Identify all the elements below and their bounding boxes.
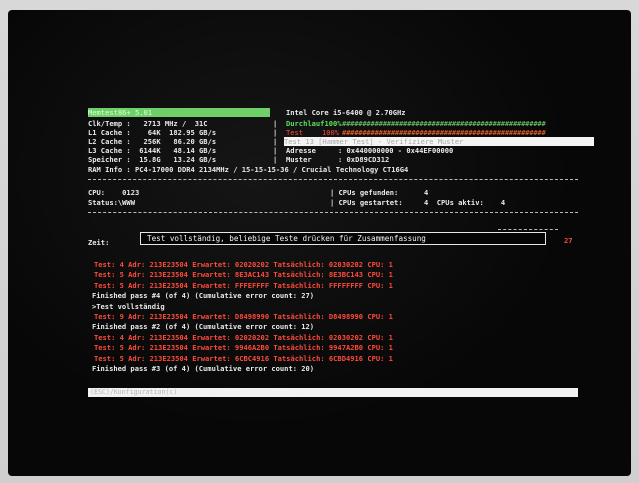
- col-divider: |: [273, 128, 278, 137]
- test-percent: 100%: [322, 128, 340, 137]
- status-line: Status:\WWW: [88, 198, 135, 207]
- l2-cache: L2 Cache : 256K 86.20 GB/s: [88, 137, 217, 146]
- test-label: Test: [286, 128, 304, 137]
- app-title-bar: Memtest86+ 5.01: [88, 108, 270, 117]
- command-bar[interactable]: (ESC)/Konfiguration(c): [88, 388, 578, 397]
- memory-size: Speicher : 15.8G 13.24 GB/s: [88, 155, 217, 164]
- muster-label: Muster: [286, 155, 312, 164]
- error-line: Test: 4 Adr: 213E23504 Erwartet: 0202020…: [94, 260, 393, 269]
- muster-value: : 0xD89CD312: [338, 155, 390, 164]
- summary-prompt-box[interactable]: Test vollständig, beliebige Teste drücke…: [140, 232, 546, 245]
- col-divider: |: [273, 137, 278, 146]
- col-divider: |: [273, 146, 278, 155]
- adresse-label: Adresse: [286, 146, 316, 155]
- clk-temp: Clk/Temp : 2713 MHz / 31C: [88, 119, 208, 128]
- cpu-list: CPU: 0123: [88, 188, 140, 197]
- durchlauf-label: Durchlauf100%: [286, 119, 342, 128]
- error-line: Test: 9 Adr: 213E23504 Erwartet: D849899…: [94, 312, 393, 321]
- col-divider: |: [273, 119, 278, 128]
- log-line: Finished pass #4 (of 4) (Cumulative erro…: [92, 291, 315, 301]
- cpus-started: | CPUs gestartet: 4 CPUs aktiv: 4: [330, 198, 506, 207]
- error-count: 27: [564, 236, 573, 245]
- error-line: Test: 5 Adr: 213E23504 Erwartet: FFFEFFF…: [94, 280, 393, 290]
- test-progress-bar: ########################################…: [342, 128, 546, 137]
- cpu-model: Intel Core i5-6400 @ 2.70GHz: [286, 108, 406, 117]
- divider: [88, 212, 328, 213]
- col-divider: |: [273, 155, 278, 164]
- durchlauf-progress-bar: ########################################…: [342, 119, 546, 128]
- ram-info: RAM Info : PC4-17000 DDR4 2134MHz / 15-1…: [88, 165, 409, 174]
- error-line: Test: 5 Adr: 213E23504 Erwartet: 9946A2B…: [94, 343, 393, 353]
- l3-cache: L3 Cache : 6144K 48.14 GB/s: [88, 146, 217, 155]
- divider: [88, 179, 578, 180]
- zeit-label: Zeit:: [88, 238, 110, 247]
- error-line: Test: 4 Adr: 213E23504 Erwartet: 0202020…: [94, 332, 393, 342]
- command-bar-label: (ESC)/Konfiguration(c): [90, 388, 178, 396]
- log-line: Finished pass #3 (of 4) (Cumulative erro…: [92, 364, 315, 373]
- divider: [498, 229, 558, 230]
- log-line: Finished pass #2 (of 4) (Cumulative erro…: [92, 322, 315, 332]
- memtest-console: Memtest86+ 5.01 Intel Core i5-6400 @ 2.7…: [88, 108, 594, 398]
- divider: [330, 212, 578, 213]
- log-line: >Test vollständig: [92, 301, 165, 311]
- cpus-found: | CPUs gefunden: 4: [330, 188, 429, 197]
- l1-cache: L1 Cache : 64K 182.95 GB/s: [88, 128, 217, 137]
- error-line: Test: 5 Adr: 213E23504 Erwartet: 8E3AC14…: [94, 270, 393, 280]
- summary-prompt-text: Test vollständig, beliebige Teste drücke…: [147, 234, 426, 243]
- current-test-name: Test 13 [Hammer Test] - Verifiziere Must…: [284, 137, 594, 146]
- error-line: Test: 5 Adr: 213E23504 Erwartet: 6CBC491…: [94, 353, 393, 363]
- adresse-value: : 0x440000000 - 0x44EF00000: [338, 146, 454, 155]
